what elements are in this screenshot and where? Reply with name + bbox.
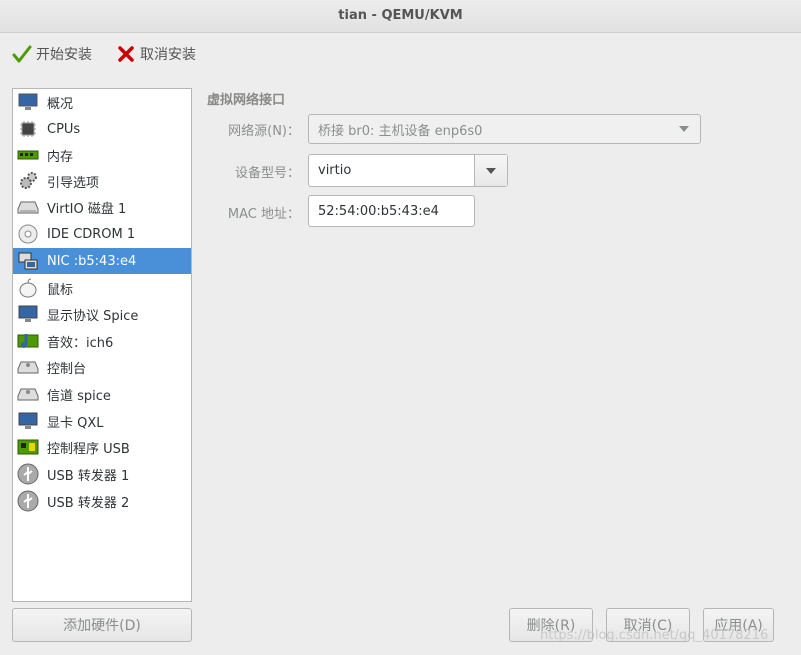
hw-item-usb-redir-2[interactable]: USB 转发器 2 <box>13 488 191 514</box>
hw-item-label: NIC :b5:43:e4 <box>47 253 137 269</box>
hw-item-mouse[interactable]: 鼠标 <box>13 275 191 301</box>
hw-item-label: 信道 spice <box>47 388 111 404</box>
red-x-icon <box>116 44 136 64</box>
hw-item-nic[interactable]: NIC :b5:43:e4 <box>13 248 191 274</box>
console-serial-icon <box>17 356 39 378</box>
usb-redirector-icon <box>17 463 39 485</box>
overview-monitor-icon <box>17 91 39 113</box>
network-source-label: 网络源(N)： <box>228 124 300 139</box>
memory-module-icon <box>17 144 39 166</box>
controller-board-icon <box>17 436 39 458</box>
hw-item-label: 引导选项 <box>47 175 100 191</box>
hw-item-label: 音效：ich6 <box>47 335 114 351</box>
window-title: tian - QEMU/KVM <box>0 0 801 33</box>
hw-item-cpus[interactable]: CPUs <box>13 116 191 142</box>
hw-item-label: 显卡 QXL <box>47 415 104 431</box>
begin-install-label: 开始安装 <box>36 47 92 63</box>
network-card-icon <box>17 250 39 272</box>
hw-item-label: 控制程序 USB <box>47 441 130 457</box>
hw-item-label: 概况 <box>47 96 74 112</box>
device-model-combo[interactable]: virtio <box>308 154 508 187</box>
checkmark-icon <box>12 44 32 64</box>
section-title: 虚拟网络接口 <box>207 93 286 108</box>
hw-item-controller-usb[interactable]: 控制程序 USB <box>13 434 191 460</box>
device-model-label: 设备型号： <box>234 166 300 181</box>
channel-serial-icon <box>17 383 39 405</box>
hw-item-memory[interactable]: 内存 <box>13 142 191 168</box>
cdrom-icon <box>17 223 39 245</box>
mac-address-label: MAC 地址： <box>227 207 300 222</box>
watermark: https://blog.csdn.net/qq_40178216 <box>540 628 769 643</box>
hw-item-boot-options[interactable]: 引导选项 <box>13 168 191 194</box>
mouse-icon <box>17 277 39 299</box>
network-source-value: 桥接 br0: 主机设备 enp6s0 <box>318 123 483 139</box>
begin-install-button[interactable]: 开始安装 <box>12 42 92 66</box>
boot-gears-icon <box>17 170 39 192</box>
cpu-chip-icon <box>17 118 39 140</box>
hw-item-display-spice[interactable]: 显示协议 Spice <box>13 301 191 327</box>
chevron-down-icon[interactable] <box>474 155 507 186</box>
hw-item-label: 内存 <box>47 149 74 165</box>
hw-item-sound[interactable]: 音效：ich6 <box>13 328 191 354</box>
sound-card-icon <box>17 330 39 352</box>
hw-item-label: 显示协议 Spice <box>47 308 139 324</box>
hw-item-label: USB 转发器 2 <box>47 495 130 511</box>
cancel-install-button[interactable]: 取消安装 <box>116 42 196 66</box>
display-monitor-icon <box>17 303 39 325</box>
hw-item-video-qxl[interactable]: 显卡 QXL <box>13 408 191 434</box>
hw-item-channel-spice[interactable]: 信道 spice <box>13 381 191 407</box>
hw-item-label: 鼠标 <box>47 282 74 298</box>
network-source-combo[interactable]: 桥接 br0: 主机设备 enp6s0 <box>308 114 701 144</box>
hw-item-label: 控制台 <box>47 361 87 377</box>
mac-address-field[interactable]: 52:54:00:b5:43:e4 <box>308 195 475 227</box>
hw-item-usb-redir-1[interactable]: USB 转发器 1 <box>13 461 191 487</box>
hw-item-label: IDE CDROM 1 <box>47 226 136 242</box>
hw-item-label: USB 转发器 1 <box>47 468 130 484</box>
hardware-list[interactable]: 概况 CPUs 内存 引导选项 VirtIO 磁盘 1 IDE CDROM 1 … <box>12 88 192 602</box>
hw-item-virtio-disk[interactable]: VirtIO 磁盘 1 <box>13 194 191 220</box>
cancel-install-label: 取消安装 <box>140 47 196 63</box>
add-hardware-button[interactable]: 添加硬件(D) <box>12 608 192 642</box>
hw-item-ide-cdrom[interactable]: IDE CDROM 1 <box>13 221 191 247</box>
chevron-down-icon <box>668 115 700 143</box>
hw-item-label: CPUs <box>47 121 81 137</box>
hard-disk-icon <box>17 196 39 218</box>
hw-item-overview[interactable]: 概况 <box>13 89 191 115</box>
usb-redirector-icon <box>17 490 39 512</box>
hw-item-label: VirtIO 磁盘 1 <box>47 201 127 217</box>
video-card-icon <box>17 410 39 432</box>
device-model-value: virtio <box>318 163 352 178</box>
hw-item-console[interactable]: 控制台 <box>13 354 191 380</box>
